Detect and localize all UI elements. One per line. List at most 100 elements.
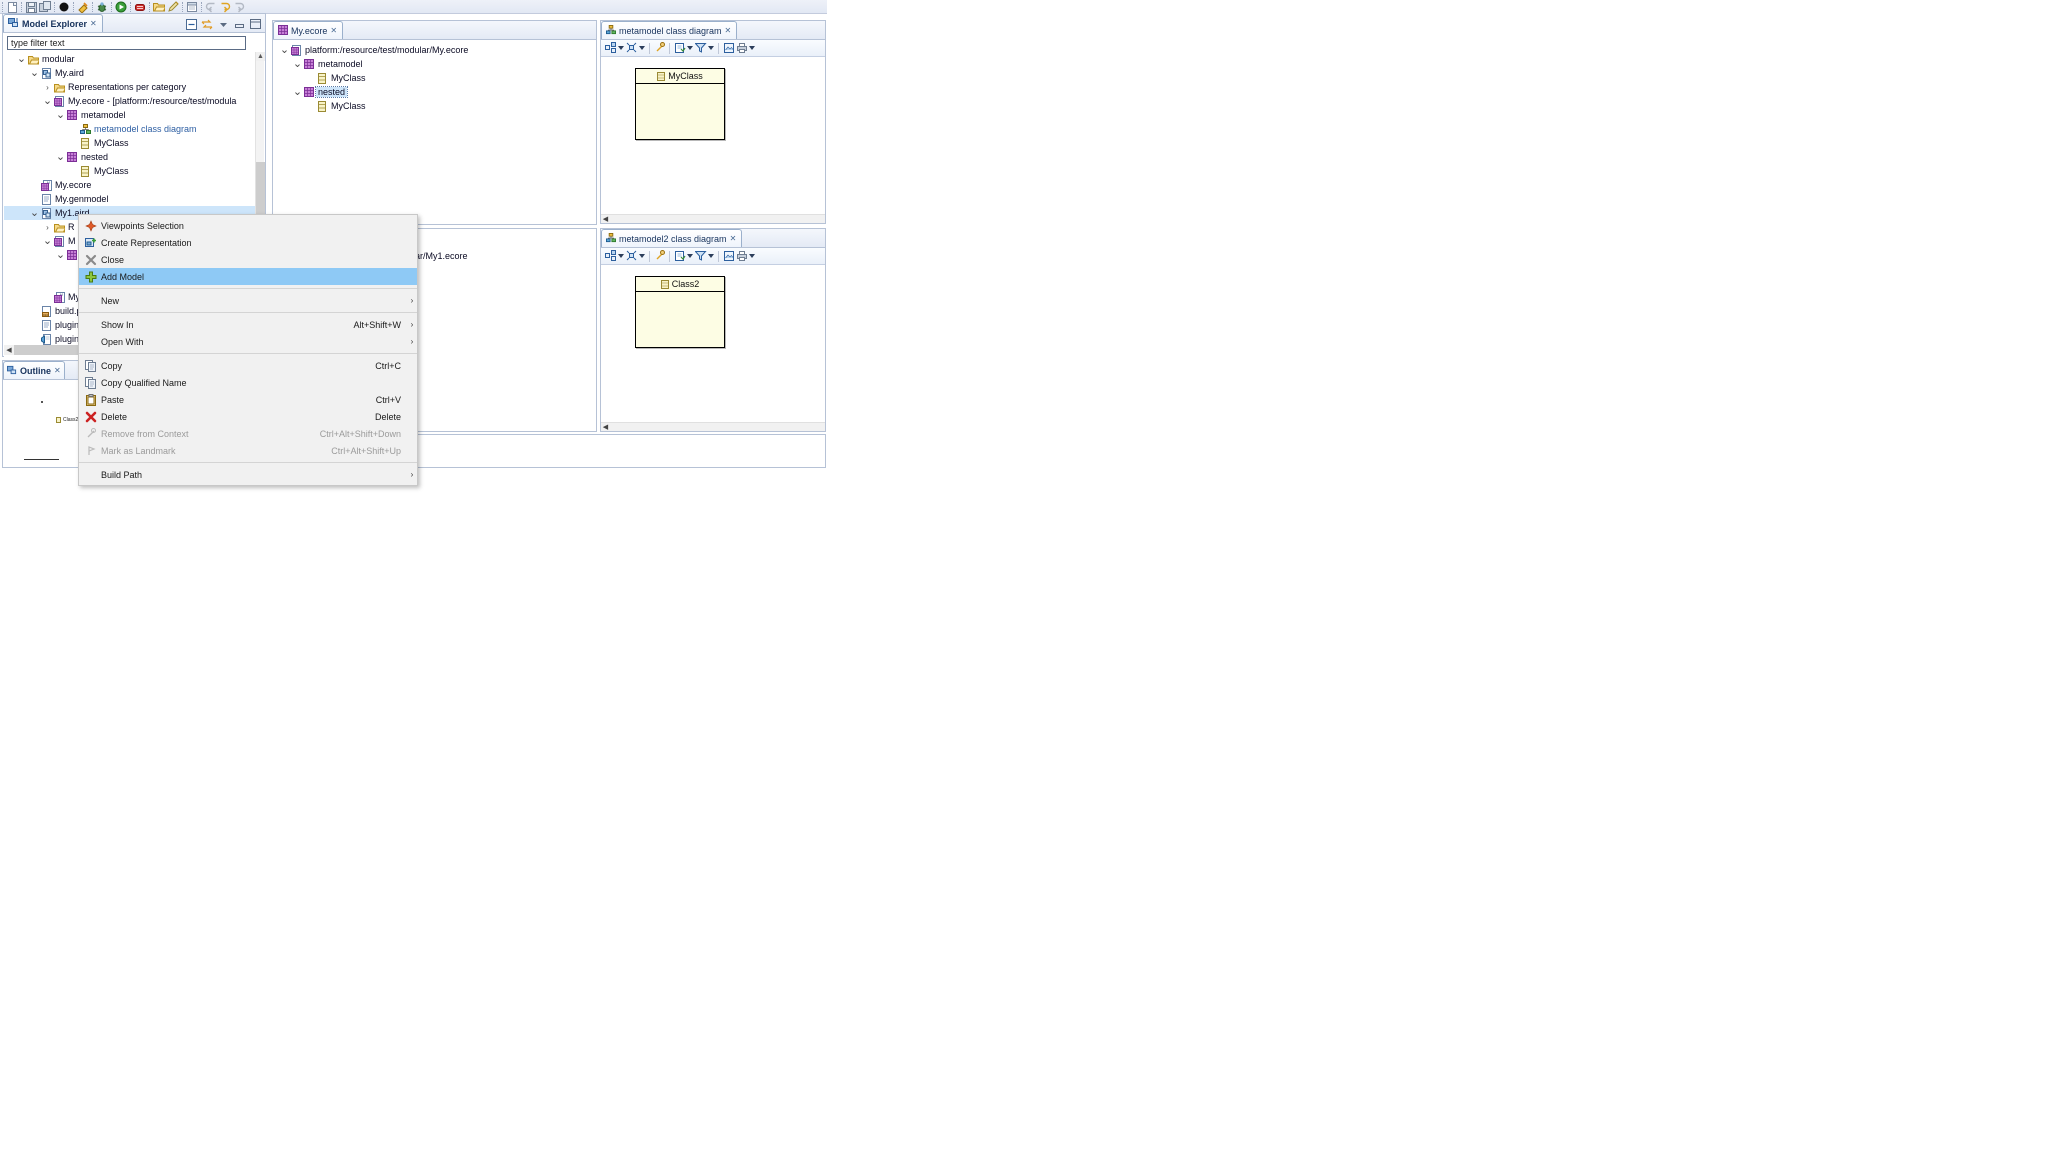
ecore-tree-row[interactable]: MyClass <box>273 99 596 113</box>
stop-icon[interactable] <box>133 0 147 13</box>
forward-icon[interactable] <box>218 0 232 13</box>
tree-row[interactable]: metamodel class diagram <box>4 122 256 136</box>
new-wizard-icon[interactable] <box>5 0 19 13</box>
chevron-down-icon[interactable] <box>748 41 756 56</box>
chevron-down-icon[interactable] <box>748 249 756 264</box>
outline-canvas[interactable]: Class2 <box>4 381 80 466</box>
select-icon[interactable] <box>673 41 686 56</box>
select-icon[interactable] <box>673 249 686 264</box>
view-menu-icon[interactable] <box>217 18 229 30</box>
scroll-left-icon[interactable]: ◀ <box>4 345 14 355</box>
chevron-down-icon[interactable]: ⌄ <box>42 234 53 248</box>
tab-my-ecore[interactable]: My.ecore ✕ <box>273 21 344 39</box>
chevron-down-icon[interactable]: ⌄ <box>292 57 303 71</box>
tab-metamodel-class-diagram[interactable]: metamodel class diagram ✕ <box>601 21 738 39</box>
open-folder-icon[interactable] <box>152 0 166 13</box>
chevron-down-icon[interactable]: ⌄ <box>55 108 66 122</box>
next-annotation-icon[interactable] <box>232 0 246 13</box>
chevron-down-icon[interactable]: ⌄ <box>55 248 66 262</box>
scroll-up-icon[interactable]: ▲ <box>256 52 265 61</box>
menu-item-paste[interactable]: Paste Ctrl+V <box>79 391 417 408</box>
chevron-down-icon[interactable]: ⌄ <box>279 43 290 57</box>
back-icon[interactable] <box>204 0 218 13</box>
print-icon[interactable] <box>735 249 748 264</box>
print-icon[interactable] <box>735 41 748 56</box>
diagram-1-scroll-left-icon[interactable]: ◀ <box>601 215 610 223</box>
tree-row[interactable]: MyClass <box>4 164 256 178</box>
link-with-editor-icon[interactable] <box>201 18 213 30</box>
tab-model-explorer[interactable]: Model Explorer ✕ <box>3 14 103 32</box>
diagram-2-body[interactable]: Class2 ◀ <box>601 248 825 431</box>
chevron-down-icon[interactable]: ⌄ <box>42 94 53 108</box>
menu-item-new[interactable]: New › <box>79 292 417 309</box>
chevron-down-icon[interactable] <box>686 41 694 56</box>
chevron-right-icon[interactable]: › <box>42 80 53 94</box>
diagram-2-scroll-left-icon[interactable]: ◀ <box>601 423 610 431</box>
pencil-icon[interactable] <box>166 0 180 13</box>
diagram-1-hscrollbar[interactable]: ◀ <box>601 214 825 223</box>
tab-outline[interactable]: Outline ✕ <box>3 361 65 379</box>
chevron-down-icon[interactable] <box>617 249 625 264</box>
filter-icon[interactable] <box>694 249 707 264</box>
tab-metamodel-class-diagram-close[interactable]: ✕ <box>725 26 732 35</box>
record-icon[interactable] <box>57 0 71 13</box>
tree-row[interactable]: ⌄ nested <box>4 150 256 164</box>
tab-my-ecore-close[interactable]: ✕ <box>330 26 337 35</box>
tree-row[interactable]: MMy.ecore <box>4 178 256 192</box>
tree-row[interactable]: ⌄ metamodel <box>4 108 256 122</box>
image-icon[interactable] <box>722 41 735 56</box>
uml-class-node-class2[interactable]: Class2 <box>635 276 725 348</box>
ecore-tree-row[interactable]: ⌄ nested <box>273 85 596 99</box>
arrange-icon[interactable] <box>625 249 638 264</box>
menu-item-create-representation[interactable]: Create Representation <box>79 234 417 251</box>
context-menu[interactable]: Viewpoints Selection Create Representatio… <box>78 214 418 486</box>
properties-icon[interactable] <box>185 0 199 13</box>
menu-item-copy[interactable]: Copy Ctrl+C <box>79 357 417 374</box>
chevron-down-icon[interactable]: ⌄ <box>55 150 66 164</box>
tree-row[interactable]: MyClass <box>4 136 256 150</box>
debug-icon[interactable] <box>95 0 109 13</box>
layout-icon[interactable] <box>604 41 617 56</box>
menu-item-open-with[interactable]: Open With › <box>79 333 417 350</box>
ecore-tree-row[interactable]: ⌄ metamodel <box>273 57 596 71</box>
filter-icon[interactable] <box>694 41 707 56</box>
chevron-down-icon[interactable]: ⌄ <box>16 52 27 66</box>
chevron-down-icon[interactable] <box>707 41 715 56</box>
filter-input[interactable] <box>7 36 246 50</box>
tree-row[interactable]: ⌄ My.aird <box>4 66 256 80</box>
build-icon[interactable] <box>76 0 90 13</box>
save-icon[interactable] <box>24 0 38 13</box>
ecore-editor-tree[interactable]: ⌄ platform:/resource/test/modular/My.ecor… <box>273 40 596 113</box>
chevron-down-icon[interactable] <box>638 249 646 264</box>
save-all-icon[interactable] <box>38 0 52 13</box>
menu-item-copy-qualified-name[interactable]: Copy Qualified Name <box>79 374 417 391</box>
ecore-editor-body[interactable]: ⌄ platform:/resource/test/modular/My.ecor… <box>273 40 596 224</box>
menu-item-close[interactable]: Close <box>79 251 417 268</box>
menu-item-add-model[interactable]: Add Model <box>79 268 417 285</box>
menu-item-build-path[interactable]: Build Path › <box>79 466 417 483</box>
chevron-down-icon[interactable] <box>617 41 625 56</box>
ecore-tree-row[interactable]: MyClass <box>273 71 596 85</box>
ecore-tree-row[interactable]: ⌄ platform:/resource/test/modular/My.ecor… <box>273 43 596 57</box>
chevron-right-icon[interactable]: › <box>42 220 53 234</box>
pin-icon[interactable] <box>653 41 666 56</box>
tab-outline-close[interactable]: ✕ <box>54 366 61 375</box>
menu-item-delete[interactable]: Delete Delete <box>79 408 417 425</box>
menu-item-viewpoints-selection[interactable]: Viewpoints Selection <box>79 217 417 234</box>
tab-metamodel2-class-diagram-close[interactable]: ✕ <box>730 234 737 243</box>
tab-metamodel2-class-diagram[interactable]: metamodel2 class diagram ✕ <box>601 229 743 247</box>
tree-row[interactable]: ⌄ modular <box>4 52 256 66</box>
minimize-icon[interactable] <box>233 18 245 30</box>
diagram-2-hscrollbar[interactable]: ◀ <box>601 422 825 431</box>
uml-class-node-myclass[interactable]: MyClass <box>635 68 725 140</box>
arrange-icon[interactable] <box>625 41 638 56</box>
chevron-down-icon[interactable]: ⌄ <box>292 85 303 99</box>
chevron-down-icon[interactable] <box>686 249 694 264</box>
collapse-all-icon[interactable] <box>185 18 197 30</box>
chevron-down-icon[interactable] <box>638 41 646 56</box>
tree-row[interactable]: My.genmodel <box>4 192 256 206</box>
chevron-down-icon[interactable]: ⌄ <box>29 66 40 80</box>
image-icon[interactable] <box>722 249 735 264</box>
tab-model-explorer-close[interactable]: ✕ <box>90 19 97 28</box>
chevron-down-icon[interactable] <box>707 249 715 264</box>
